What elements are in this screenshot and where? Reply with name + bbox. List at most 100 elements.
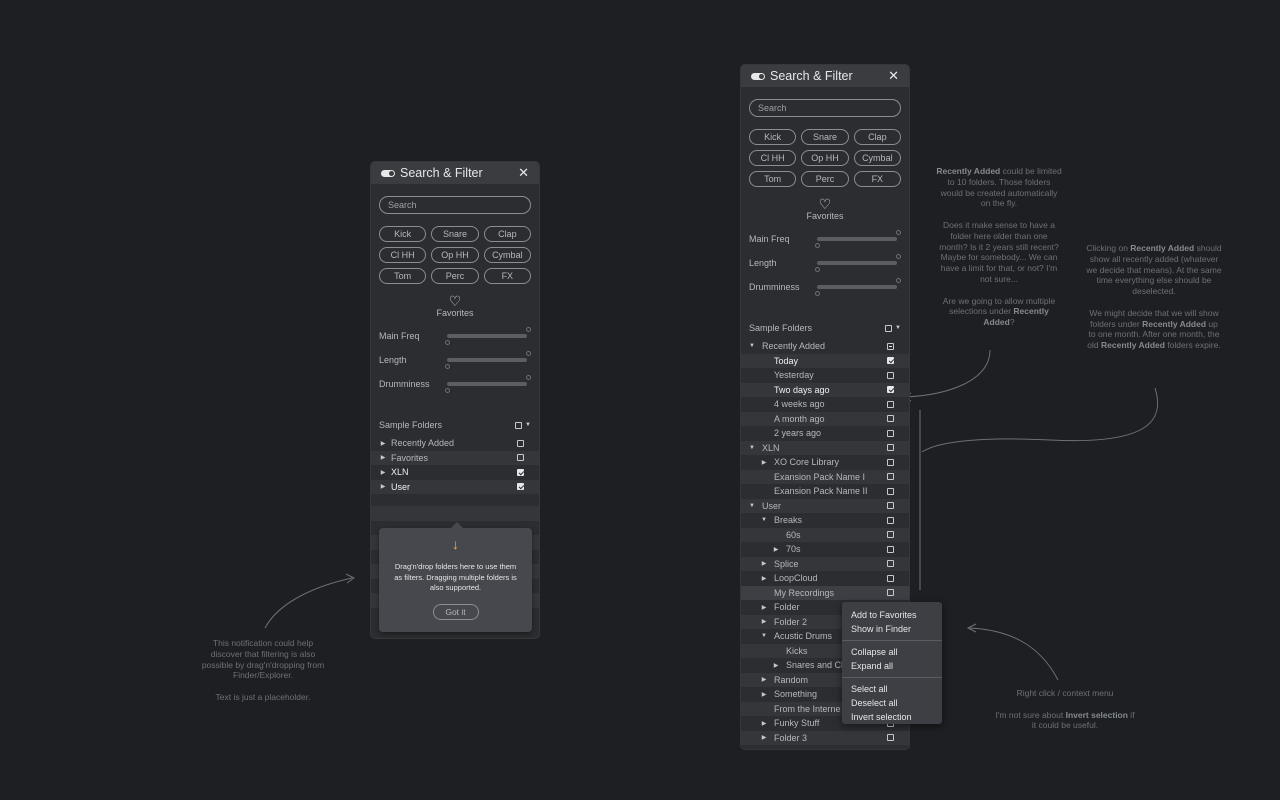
tree-row[interactable]: ▶ LoopCloud [741,571,909,586]
tree-row[interactable]: ▶ XO Core Library [741,455,909,470]
caret-down-icon[interactable]: ▼ [747,343,757,349]
caret-down-icon[interactable]: ▼ [747,503,757,509]
tree-checkbox[interactable] [887,589,894,597]
chevron-down-icon[interactable]: ▼ [525,422,531,428]
tree-checkbox[interactable] [887,502,894,510]
tree-checkbox[interactable] [887,487,894,495]
tree-row[interactable]: A month ago [741,411,909,426]
menu-collapse-all[interactable]: Collapse all [842,645,942,659]
caret-right-icon[interactable]: ▶ [759,734,769,741]
search-input[interactable]: Search [749,99,901,117]
tree-checkbox[interactable] [887,444,894,452]
slider-handle-min[interactable] [445,340,450,345]
slider-main-freq[interactable]: Main Freq [379,326,531,350]
tag-op-hh[interactable]: Op HH [801,150,849,166]
menu-add-to-favorites[interactable]: Add to Favorites [842,608,942,622]
caret-right-icon[interactable]: ▶ [771,662,781,669]
slider-track[interactable] [447,382,527,386]
close-icon[interactable]: ✕ [518,165,529,181]
caret-right-icon[interactable]: ▶ [378,454,388,461]
slider-handle-min[interactable] [445,364,450,369]
tree-row[interactable]: Exansion Pack Name II [741,484,909,499]
tree-row[interactable]: 2 years ago [741,426,909,441]
tag-tom[interactable]: Tom [749,171,797,187]
folder-row[interactable]: ▶ Recently Added [371,436,539,451]
slider-track[interactable] [447,358,527,362]
caret-right-icon[interactable]: ▶ [378,483,388,490]
folder-row[interactable]: ▶ Favorites [371,450,539,465]
folder-row[interactable]: ▶ User [371,479,539,494]
caret-down-icon[interactable]: ▼ [747,445,757,451]
tree-checkbox[interactable] [887,560,894,568]
slider-track[interactable] [817,261,897,265]
slider-handle-min[interactable] [815,243,820,248]
caret-right-icon[interactable]: ▶ [759,575,769,582]
tag-cymbal[interactable]: Cymbal [483,247,531,263]
tree-checkbox[interactable] [887,400,894,408]
slider-handle-max[interactable] [896,278,901,283]
tree-row[interactable]: Yesterday [741,368,909,383]
tree-checkbox[interactable] [887,386,894,394]
tag-fx[interactable]: FX [853,171,901,187]
tag-cymbal[interactable]: Cymbal [853,150,901,166]
slider-main-freq[interactable]: Main Freq [749,229,901,253]
tag-cl-hh[interactable]: Cl HH [749,150,797,166]
slider-handle-min[interactable] [815,291,820,296]
search-input[interactable]: Search [379,196,531,214]
slider-handle-min[interactable] [815,267,820,272]
tree-row[interactable]: 4 weeks ago [741,397,909,412]
tree-checkbox[interactable] [887,545,894,553]
tree-row[interactable]: Two days ago [741,382,909,397]
menu-select-all[interactable]: Select all [842,682,942,696]
menu-show-in-finder[interactable]: Show in Finder [842,622,942,636]
caret-right-icon[interactable]: ▶ [378,440,388,447]
caret-right-icon[interactable]: ▶ [759,691,769,698]
slider-handle-max[interactable] [526,375,531,380]
tag-cl-hh[interactable]: Cl HH [379,247,427,263]
tree-row[interactable]: ▶ Splice [741,556,909,571]
favorites-toggle[interactable]: ♡ Favorites [371,294,539,318]
favorites-toggle[interactable]: ♡ Favorites [741,197,909,221]
tree-row[interactable]: ▶ Folder 3 [741,730,909,745]
menu-invert-selection[interactable]: Invert selection [842,710,942,724]
caret-right-icon[interactable]: ▶ [378,469,388,476]
slider-track[interactable] [447,334,527,338]
tag-fx[interactable]: FX [483,268,531,284]
tree-row[interactable]: Today [741,353,909,368]
caret-right-icon[interactable]: ▶ [759,604,769,611]
caret-down-icon[interactable]: ▼ [759,517,769,523]
tag-kick[interactable]: Kick [749,129,797,145]
tree-checkbox[interactable] [887,371,894,379]
caret-right-icon[interactable]: ▶ [759,676,769,683]
slider-drumminess[interactable]: Drumminess [379,374,531,398]
chevron-down-icon[interactable]: ▼ [895,325,901,331]
tree-checkbox[interactable] [887,429,894,437]
toggle-icon[interactable] [751,72,765,80]
tree-checkbox[interactable] [887,473,894,481]
tag-clap[interactable]: Clap [853,129,901,145]
menu-expand-all[interactable]: Expand all [842,659,942,673]
tree-row[interactable]: ▼ User [741,498,909,513]
folder-checkbox[interactable] [517,483,524,491]
tree-row[interactable]: My Recordings [741,585,909,600]
got-it-button[interactable]: Got it [432,603,479,620]
close-icon[interactable]: ✕ [888,68,899,84]
caret-right-icon[interactable]: ▶ [759,560,769,567]
select-all-checkbox[interactable] [885,324,893,332]
caret-right-icon[interactable]: ▶ [771,546,781,553]
tag-clap[interactable]: Clap [483,226,531,242]
tag-op-hh[interactable]: Op HH [431,247,479,263]
select-all-checkbox[interactable] [515,421,523,429]
tag-perc[interactable]: Perc [431,268,479,284]
menu-deselect-all[interactable]: Deselect all [842,696,942,710]
slider-handle-max[interactable] [896,230,901,235]
slider-length[interactable]: Length [379,350,531,374]
slider-handle-min[interactable] [445,388,450,393]
tree-checkbox[interactable] [887,415,894,423]
tag-perc[interactable]: Perc [801,171,849,187]
tree-checkbox[interactable] [887,516,894,524]
caret-right-icon[interactable]: ▶ [759,618,769,625]
tree-checkbox[interactable] [887,531,894,539]
tree-row[interactable]: ▼ XLN [741,440,909,455]
slider-handle-max[interactable] [896,254,901,259]
